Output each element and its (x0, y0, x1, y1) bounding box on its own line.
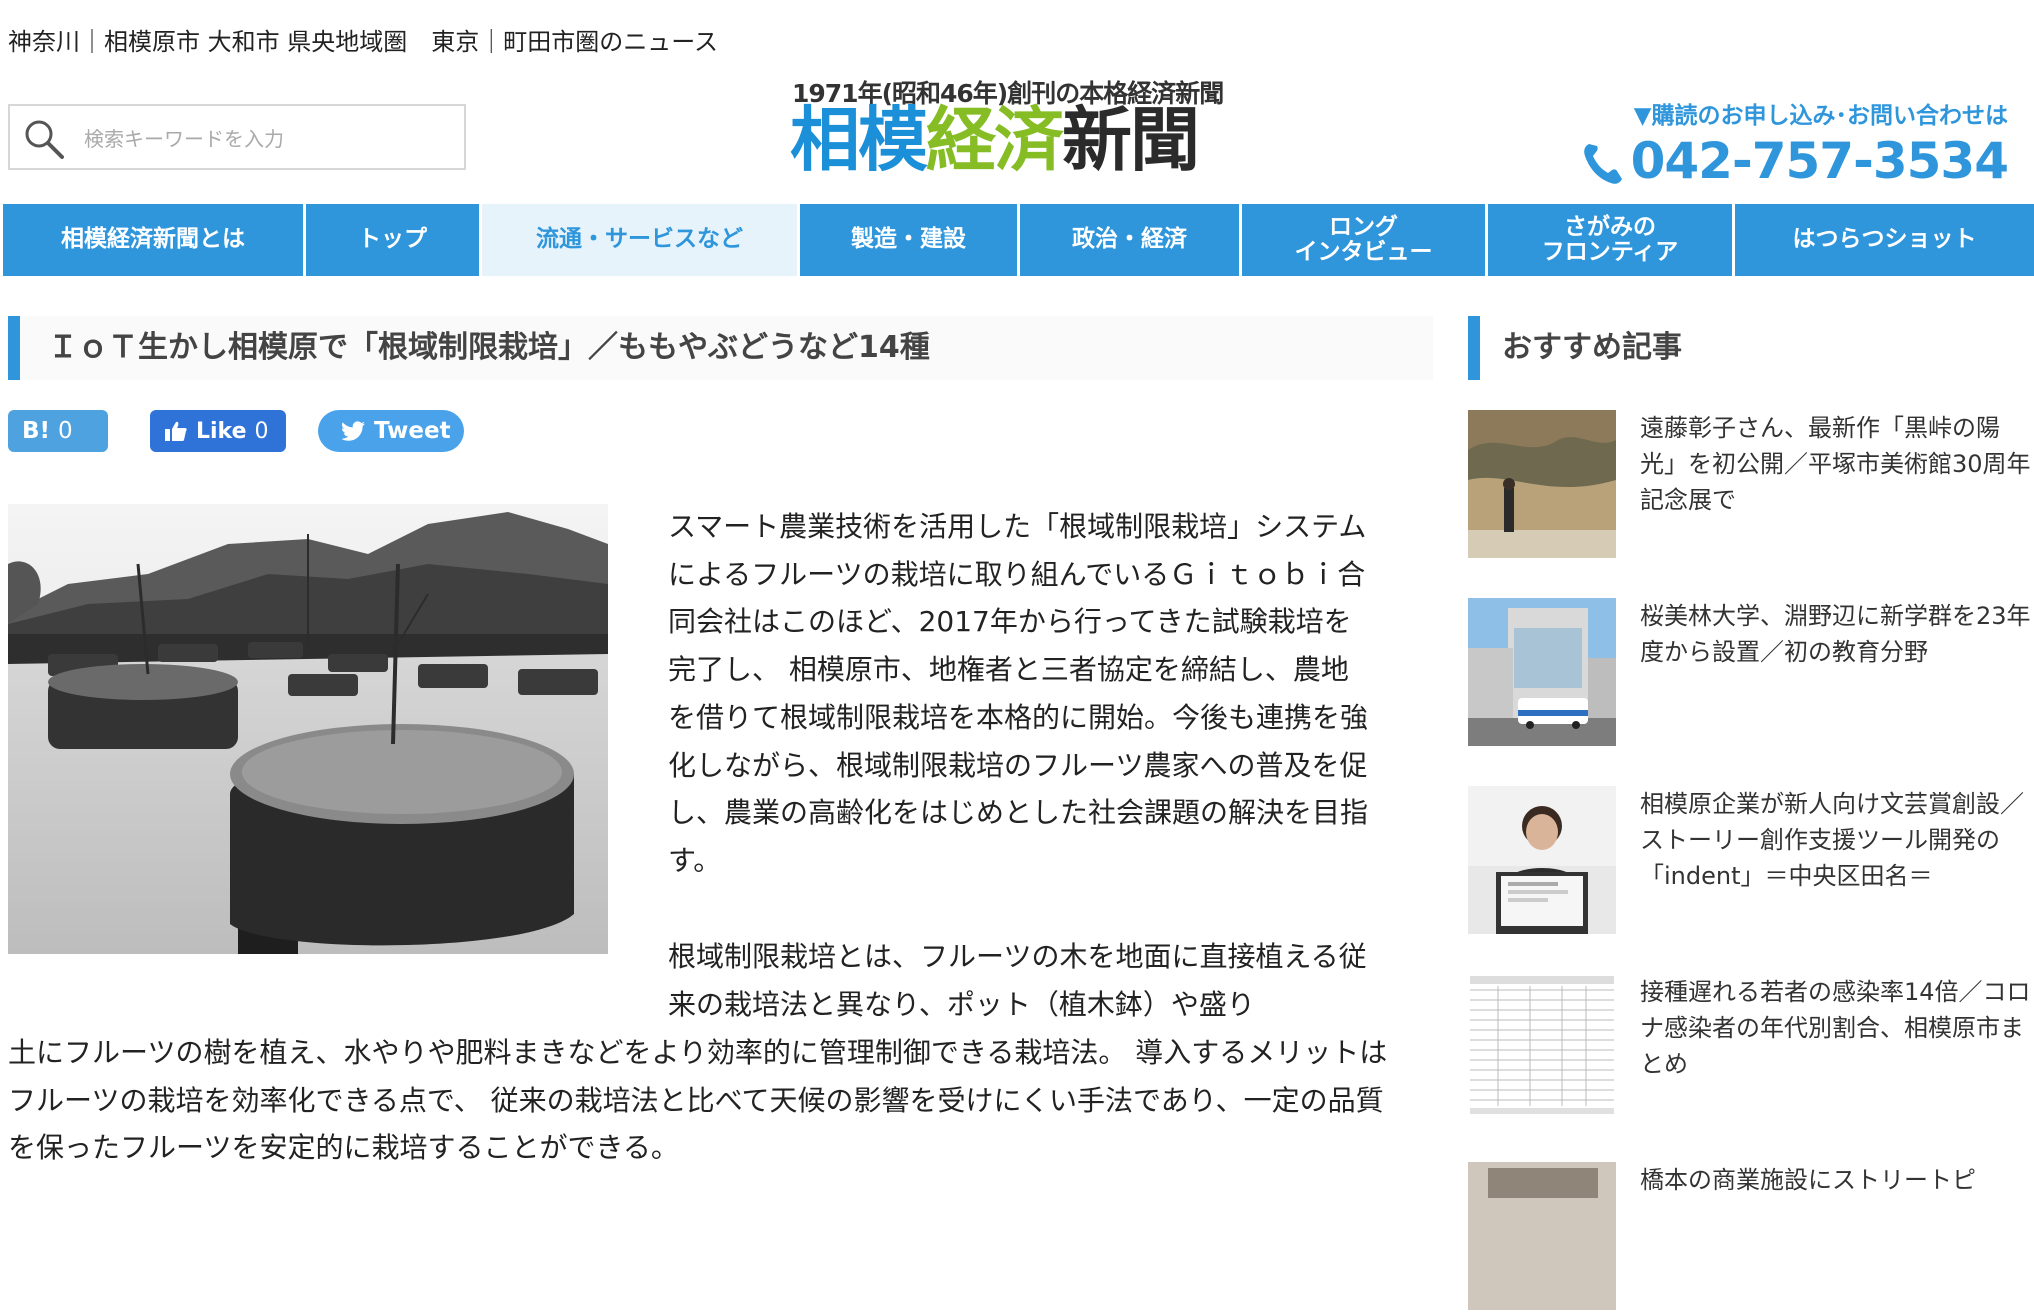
search-icon[interactable] (22, 118, 68, 160)
nav-item-top[interactable]: トップ (303, 204, 479, 276)
hatena-label: B! (22, 418, 51, 444)
nav-item-retail-services[interactable]: 流通・サービスなど (479, 204, 797, 276)
hatena-count: 0 (58, 418, 73, 444)
nav-item-label: さがみの フロンティア (1541, 213, 1679, 265)
nav-item-label: 製造・建設 (851, 226, 966, 253)
nav-item-label: トップ (358, 226, 427, 253)
article-paragraph-2-start: 根域制限栽培とは、フルーツの木を地面に直接植える従来の栽培法と異なり、ポット（植… (668, 940, 1367, 1021)
phone-icon (1583, 144, 1622, 184)
recommended-article-thumbnail[interactable] (1468, 1162, 1616, 1310)
like-label: Like (196, 418, 247, 444)
recommended-article-title[interactable]: 桜美林大学、淵野辺に新学群を23年度から設置／初の教育分野 (1640, 598, 2034, 670)
recommended-article-thumbnail[interactable] (1468, 974, 1616, 1122)
phone-row[interactable]: 042-757-3534 (1583, 132, 2009, 190)
nav-item-sagami-frontier[interactable]: さがみの フロンティア (1485, 204, 1732, 276)
site-logo[interactable]: 1971年(昭和46年)創刊の本格経済新聞 相模経済新聞 (790, 74, 1230, 180)
main-nav: 相模経済新聞とは トップ 流通・サービスなど 製造・建設 政治・経済 ロング イ… (0, 204, 2034, 276)
recommended-article[interactable]: 遠藤彰子さん、最新作「黒峠の陽光」を初公開／平塚市美術館30周年記念展で (1468, 410, 2034, 560)
recommended-article[interactable]: 接種遅れる若者の感染率14倍／コロナ感染者の年代別割合、相模原市まとめ (1468, 974, 2034, 1124)
recommended-article[interactable]: 橋本の商業施設にストリートピ (1468, 1162, 2034, 1312)
thumbs-up-icon (165, 421, 187, 441)
search-box[interactable] (8, 104, 466, 170)
recommended-article[interactable]: 桜美林大学、淵野辺に新学群を23年度から設置／初の教育分野 (1468, 598, 2034, 748)
recommended-article-thumbnail[interactable] (1468, 410, 1616, 558)
hatena-bookmark-button[interactable]: B! 0 (8, 410, 108, 452)
nav-item-label: 政治・経済 (1072, 226, 1187, 253)
nav-item-label: はつらつショット (1792, 226, 1977, 253)
recommended-article-thumbnail[interactable] (1468, 786, 1616, 934)
logo-title-part-3: 新聞 (1062, 99, 1200, 181)
recommended-article-title[interactable]: 相模原企業が新人向け文芸賞創設／ストーリー創作支援ツール開発の「indent」＝… (1640, 786, 2034, 894)
recommended-article-thumbnail[interactable] (1468, 598, 1616, 746)
article-paragraph-1: スマート農業技術を活用した「根域制限栽培」システムによるフルーツの栽培に取り組ん… (668, 510, 1369, 877)
nav-item-label: 流通・サービスなど (536, 226, 743, 253)
logo-title-part-2: 経済 (926, 99, 1064, 181)
search-input[interactable] (82, 118, 456, 160)
tweet-label: Tweet (374, 418, 451, 444)
like-count: 0 (254, 418, 269, 444)
facebook-like-button[interactable]: Like 0 (150, 410, 286, 452)
phone-number[interactable]: 042-757-3534 (1589, 132, 2009, 190)
recommended-article-title[interactable]: 橋本の商業施設にストリートピ (1640, 1162, 2034, 1198)
logo-title-part-1: 相模 (790, 99, 928, 181)
contact-label: ▼購読のお申し込み･お問い合わせは (1633, 103, 2008, 129)
article-paragraph-2-rest: 土にフルーツの樹を植え、水やりや肥料まきなどをより効率的に管理制御できる栽培法。… (8, 1036, 1388, 1165)
recommended-article-title[interactable]: 接種遅れる若者の感染率14倍／コロナ感染者の年代別割合、相模原市まとめ (1640, 974, 2034, 1082)
tweet-button[interactable]: Tweet (318, 410, 464, 452)
nav-item-label: ロング インタビュー (1294, 213, 1433, 265)
nav-item-long-interview[interactable]: ロング インタビュー (1239, 204, 1485, 276)
nav-item-manufacturing[interactable]: 製造・建設 (797, 204, 1017, 276)
nav-item-label: 相模経済新聞とは (61, 226, 245, 253)
logo-title: 相模経済新聞 (790, 103, 1200, 178)
nav-item-politics-economy[interactable]: 政治・経済 (1017, 204, 1239, 276)
twitter-bird-icon (342, 421, 365, 441)
recommended-article[interactable]: 相模原企業が新人向け文芸賞創設／ストーリー創作支援ツール開発の「indent」＝… (1468, 786, 2034, 936)
nav-item-snapshot[interactable]: はつらつショット (1732, 204, 2034, 276)
site-tagline: 神奈川｜相模原市 大和市 県央地域圏 東京｜町田市圏のニュース (8, 28, 719, 56)
recommended-article-title[interactable]: 遠藤彰子さん、最新作「黒峠の陽光」を初公開／平塚市美術館30周年記念展で (1640, 410, 2034, 518)
article-photo (8, 504, 608, 954)
nav-item-about[interactable]: 相模経済新聞とは (0, 204, 303, 276)
article-title: ＩｏＴ生かし相模原で「根域制限栽培」／ももやぶどうなど14種 (8, 316, 1433, 380)
sidebar-heading: おすすめ記事 (1468, 316, 2034, 380)
contact-block: ▼購読のお申し込み･お問い合わせは 042-757-3534 (1583, 96, 2009, 190)
